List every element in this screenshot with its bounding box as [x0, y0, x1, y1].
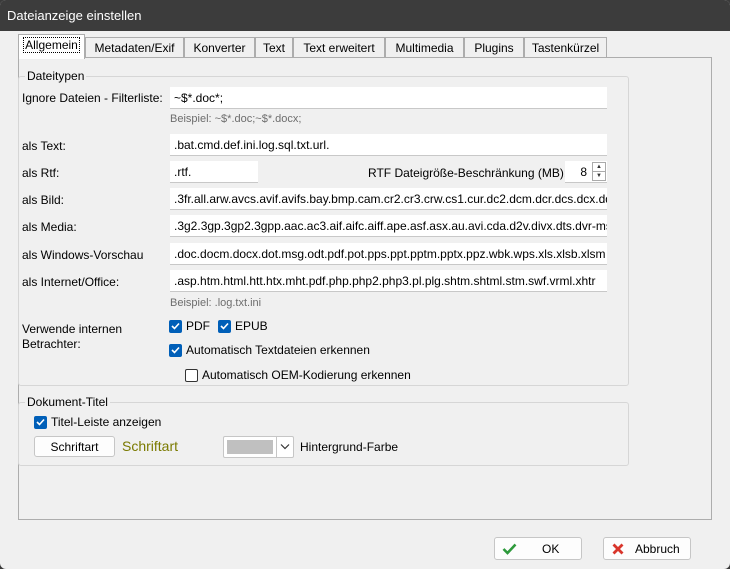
checkmark-icon — [34, 415, 47, 429]
color-swatch — [227, 440, 273, 454]
schriftart-button[interactable]: Schriftart — [34, 436, 115, 457]
winvorschau-label: als Windows-Vorschau — [22, 248, 144, 262]
ok-button[interactable]: OK — [494, 537, 582, 560]
ignore-filter-input[interactable]: ~$*.doc*; — [170, 87, 607, 109]
checkmark-icon — [218, 319, 231, 333]
bild-extensions-input[interactable]: .3fr.all.arw.avcs.avif.avifs.bay.bmp.cam… — [170, 188, 607, 210]
checkmark-icon — [169, 319, 182, 333]
titelleiste-checkbox[interactable]: Titel-Leiste anzeigen — [34, 415, 161, 429]
dialog-window: Dateianzeige einstellen Allgemein Metada… — [0, 0, 730, 569]
checkmark-icon — [169, 343, 182, 357]
tab-text[interactable]: Text — [255, 37, 293, 57]
hintergrund-color-dropdown[interactable] — [223, 436, 294, 458]
betrachter-label-line2: Betrachter: — [22, 337, 81, 351]
close-icon — [612, 543, 624, 555]
dropdown-divider — [276, 437, 277, 457]
title-bar[interactable]: Dateianzeige einstellen — [0, 0, 730, 31]
tab-metadaten-exif[interactable]: Metadaten/Exif — [85, 37, 184, 57]
rtf-limit-label: RTF Dateigröße-Beschränkung (MB): — [368, 166, 568, 180]
text-extensions-input[interactable]: .bat.cmd.def.ini.log.sql.txt.url. — [170, 134, 607, 156]
internet-hint: Beispiel: .log.txt.ini — [170, 297, 262, 309]
tab-allgemein[interactable]: Allgemein — [18, 34, 85, 59]
rtf-limit-value: 8 — [580, 165, 587, 179]
rtf-label: als Rtf: — [22, 166, 60, 180]
window-title: Dateianzeige einstellen — [7, 8, 142, 23]
chevron-down-icon — [280, 444, 290, 450]
rtf-extensions-input[interactable]: .rtf. — [170, 161, 258, 183]
ignore-label: Ignore Dateien - Filterliste: — [22, 91, 163, 105]
spin-down-icon[interactable]: ▼ — [593, 172, 605, 180]
tab-text-erweitert[interactable]: Text erweitert — [293, 37, 385, 57]
hintergrund-label: Hintergrund-Farbe — [300, 440, 399, 454]
tab-tastenkuerzel[interactable]: Tastenkürzel — [524, 37, 607, 57]
auto-text-checkbox[interactable]: Automatisch Textdateien erkennen — [169, 343, 370, 357]
bild-label: als Bild: — [22, 193, 65, 207]
checkmark-icon — [502, 543, 517, 555]
pdf-checkbox[interactable]: PDF — [169, 319, 210, 333]
spinner-arrows: ▲ ▼ — [592, 162, 606, 181]
tab-multimedia[interactable]: Multimedia — [385, 37, 464, 57]
cancel-button[interactable]: Abbruch — [603, 537, 691, 560]
internet-label: als Internet/Office: — [22, 275, 120, 289]
tab-plugins[interactable]: Plugins — [464, 37, 524, 57]
spin-up-icon[interactable]: ▲ — [593, 163, 605, 172]
media-label: als Media: — [22, 220, 77, 234]
text-label: als Text: — [22, 139, 66, 153]
auto-oem-checkbox[interactable]: Automatisch OEM-Kodierung erkennen — [185, 368, 411, 382]
rtf-limit-spinner[interactable]: 8 ▲ ▼ — [565, 161, 607, 183]
epub-checkbox[interactable]: EPUB — [218, 319, 268, 333]
media-extensions-input[interactable]: .3g2.3gp.3gp2.3gpp.aac.ac3.aif.aifc.aiff… — [170, 215, 607, 237]
betrachter-label-line1: Verwende internen — [22, 322, 123, 336]
tab-konverter[interactable]: Konverter — [184, 37, 255, 57]
group-title-dokument-titel: Dokument-Titel — [25, 395, 110, 409]
group-title-dateitypen: Dateitypen — [25, 69, 87, 83]
winvorschau-extensions-input[interactable]: .doc.docm.docx.dot.msg.odt.pdf.pot.pps.p… — [170, 243, 607, 265]
ignore-hint: Beispiel: ~$*.doc;~$*.docx; — [170, 113, 302, 125]
schriftart-preview: Schriftart — [122, 438, 179, 454]
internet-extensions-input[interactable]: .asp.htm.html.htt.htx.mht.pdf.php.php2.p… — [170, 270, 607, 292]
